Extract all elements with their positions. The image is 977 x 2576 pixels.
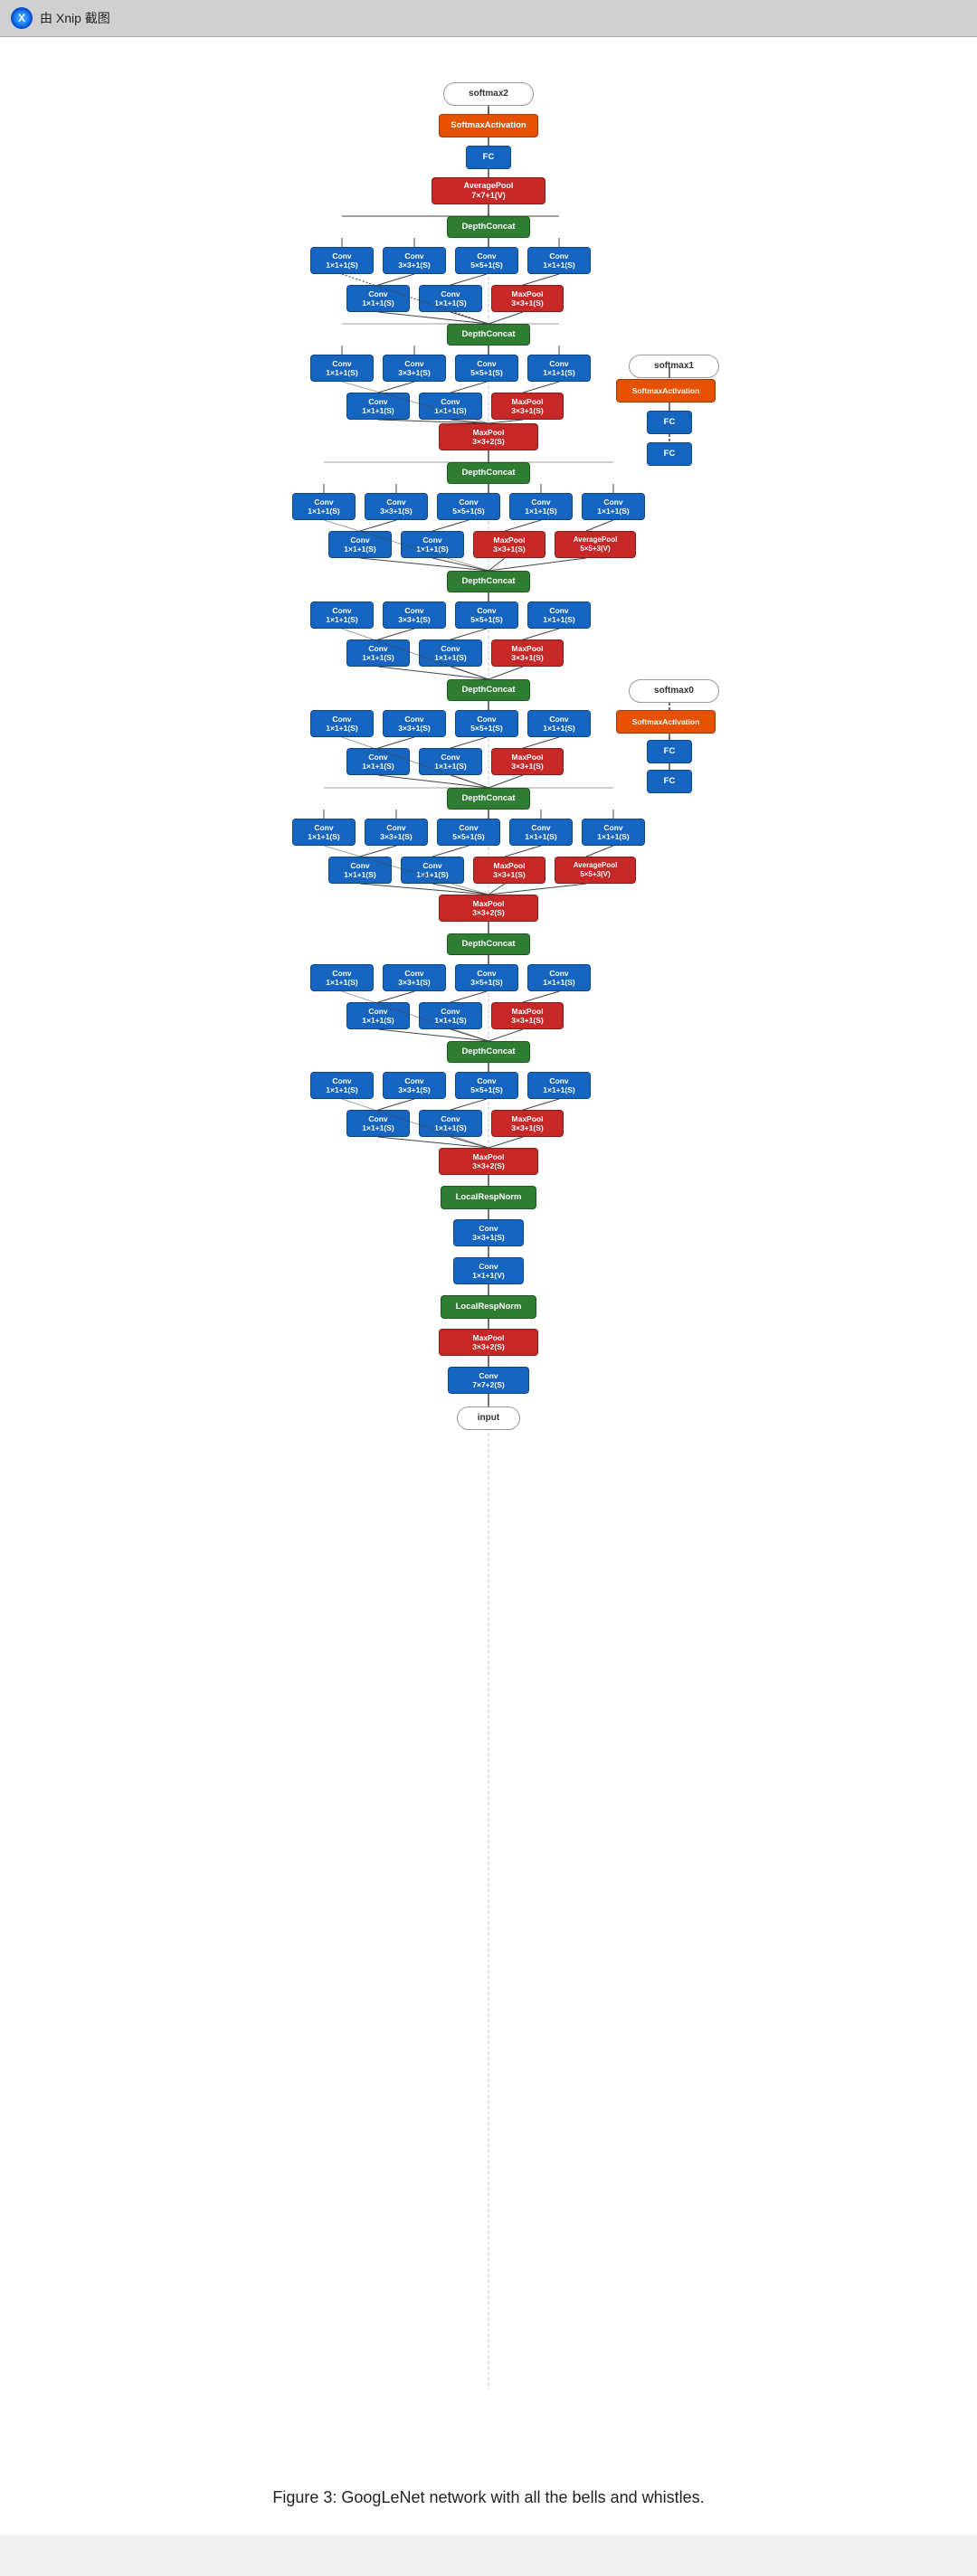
node-conv-1x1-3a-d: Conv1×1+1(S) [419,1110,482,1137]
node-maxpool-4b-a: MaxPool3×3+1(S) [473,857,545,884]
node-conv-5x5-4c-a: Conv5×5+1(S) [455,710,518,737]
title-bar-text: 由 Xnip 截图 [40,9,110,27]
node-conv-1x1-4b-e: Conv1×1+1(S) [401,857,464,884]
node-conv-1x1-5b-a: Conv1×1+1(S) [310,247,374,274]
node-softmax-activation-mid2: SoftmaxActivation [616,710,716,734]
node-depthconcat-1: DepthConcat [447,216,530,238]
node-conv-1x1-4e-a: Conv1×1+1(S) [292,493,356,520]
node-localrespnorm-1: LocalRespNorm [441,1186,536,1209]
node-avgpool-top: AveragePool7×7+1(V) [432,177,545,204]
node-conv-1x1-4d-d: Conv1×1+1(S) [419,639,482,667]
node-fc-mid1: FC [647,411,692,434]
node-conv-3x3-3a-a: Conv3×3+1(S) [383,1072,446,1099]
node-maxpool-4e-a: MaxPool3×3+1(S) [473,531,545,558]
node-conv-1x1-4d-b: Conv1×1+1(S) [527,601,591,629]
node-conv-1x1-4b-b: Conv1×1+1(S) [509,819,573,846]
node-depthconcat-8: DepthConcat [447,1041,530,1063]
node-softmax0: softmax0 [629,679,719,703]
node-conv-1x1-5b-d: Conv1×1+1(S) [419,285,482,312]
node-conv-1x1-3b-b: Conv1×1+1(S) [527,964,591,991]
node-conv-1x1-4b-c: Conv1×1+1(S) [582,819,645,846]
node-conv-1x1-3a-c: Conv1×1+1(S) [346,1110,410,1137]
node-maxpool-3a-a: MaxPool3×3+1(S) [491,1110,564,1137]
node-conv-1x1-3a-a: Conv1×1+1(S) [310,1072,374,1099]
node-softmax2: softmax2 [443,82,534,106]
node-softmax1: softmax1 [629,355,719,378]
node-conv-3x3-5b-a: Conv3×3+1(S) [383,247,446,274]
node-maxpool-5b-a: MaxPool3×3+1(S) [491,285,564,312]
node-conv-1x1-4e-e: Conv1×1+1(S) [401,531,464,558]
node-conv-1x1-4d-a: Conv1×1+1(S) [310,601,374,629]
node-softmax-activation-top: SoftmaxActivation [439,114,538,137]
node-conv-3x3-4d-a: Conv3×3+1(S) [383,601,446,629]
node-conv-1x1-4c-a: Conv1×1+1(S) [310,710,374,737]
node-maxpool-main-3: MaxPool3×3+2(S) [439,1148,538,1175]
node-input: input [457,1406,520,1430]
node-conv-7x7-stem: Conv7×7+2(S) [448,1367,529,1394]
node-depthconcat-3: DepthConcat [447,462,530,484]
node-conv-1x1-4c-c: Conv1×1+1(S) [346,748,410,775]
node-conv-1x1-3b-a: Conv1×1+1(S) [310,964,374,991]
app-icon: X [11,7,33,29]
node-localrespnorm-2: LocalRespNorm [441,1295,536,1319]
node-conv-1x1-4b-a: Conv1×1+1(S) [292,819,356,846]
node-conv-3x3-4e-a: Conv3×3+1(S) [365,493,428,520]
node-fc-mid2: FC [647,442,692,466]
figure-caption: Figure 3: GoogLeNet network with all the… [263,2479,713,2516]
node-depthconcat-2: DepthConcat [447,324,530,346]
node-conv-1x1-4e-d: Conv1×1+1(S) [328,531,392,558]
node-conv-1x1-4e-b: Conv1×1+1(S) [509,493,573,520]
node-conv-5x5-3b-a: Conv3×5+1(S) [455,964,518,991]
node-conv-1x1-5a-c: Conv1×1+1(S) [346,393,410,420]
node-maxpool-main-2: MaxPool3×3+2(S) [439,895,538,922]
node-conv-1x1-4d-c: Conv1×1+1(S) [346,639,410,667]
diagram-area: softmax2 SoftmaxActivation FC AveragePoo… [194,55,783,2452]
node-avgpool-4e: AveragePool5×5+3(V) [555,531,636,558]
node-conv-5x5-4b-a: Conv5×5+1(S) [437,819,500,846]
node-avgpool-4b: AveragePool5×5+3(V) [555,857,636,884]
node-conv-1x1-3b-c: Conv1×1+1(S) [346,1002,410,1029]
node-conv-1x1-4b-d: Conv1×1+1(S) [328,857,392,884]
node-conv-5x5-4e-a: Conv5×5+1(S) [437,493,500,520]
node-conv-1x1-5b-c: Conv1×1+1(S) [346,285,410,312]
node-depthconcat-6: DepthConcat [447,788,530,810]
node-maxpool-3b-a: MaxPool3×3+1(S) [491,1002,564,1029]
node-softmax-activation-mid1: SoftmaxActivation [616,379,716,402]
node-conv-1x1-5a-d: Conv1×1+1(S) [419,393,482,420]
node-conv-1x1-4e-c: Conv1×1+1(S) [582,493,645,520]
node-conv-5x5-3a-a: Conv5×5+1(S) [455,1072,518,1099]
node-fc-mid3: FC [647,740,692,763]
node-maxpool-stem: MaxPool3×3+2(S) [439,1329,538,1356]
node-maxpool-4c-a: MaxPool3×3+1(S) [491,748,564,775]
node-maxpool-5a-a: MaxPool3×3+1(S) [491,393,564,420]
node-conv-5x5-5a-a: Conv5×5+1(S) [455,355,518,382]
node-depthconcat-7: DepthConcat [447,933,530,955]
node-conv-1x1-5b-b: Conv1×1+1(S) [527,247,591,274]
app-icon-letter: X [18,12,25,24]
title-bar: X 由 Xnip 截图 [0,0,977,37]
node-fc-mid4: FC [647,770,692,793]
node-conv-3x3-5a-a: Conv3×3+1(S) [383,355,446,382]
node-conv-1x1-5a-b: Conv1×1+1(S) [527,355,591,382]
connector-lines [194,55,783,2452]
node-conv-1x1-5a-a: Conv1×1+1(S) [310,355,374,382]
node-maxpool-5a-b: MaxPool3×3+2(S) [439,423,538,450]
node-conv-1x1-3a-b: Conv1×1+1(S) [527,1072,591,1099]
node-conv-1x1-stem-a: Conv1×1+1(V) [453,1257,524,1284]
node-conv-3x3-4c-a: Conv3×3+1(S) [383,710,446,737]
node-fc-top: FC [466,146,511,169]
node-conv-5x5-5b-a: Conv5×5+1(S) [455,247,518,274]
node-conv-1x1-3b-d: Conv1×1+1(S) [419,1002,482,1029]
node-conv-3x3-3b-a: Conv3×3+1(S) [383,964,446,991]
node-depthconcat-4: DepthConcat [447,571,530,592]
node-conv-1x1-4c-b: Conv1×1+1(S) [527,710,591,737]
node-depthconcat-5: DepthConcat [447,679,530,701]
node-conv-5x5-4d-a: Conv5×5+1(S) [455,601,518,629]
main-content: softmax2 SoftmaxActivation FC AveragePoo… [0,37,977,2534]
node-conv-3x3-4b-a: Conv3×3+1(S) [365,819,428,846]
node-maxpool-4d-a: MaxPool3×3+1(S) [491,639,564,667]
node-conv-1x1-4c-d: Conv1×1+1(S) [419,748,482,775]
node-conv-3x3-stem-a: Conv3×3+1(S) [453,1219,524,1246]
